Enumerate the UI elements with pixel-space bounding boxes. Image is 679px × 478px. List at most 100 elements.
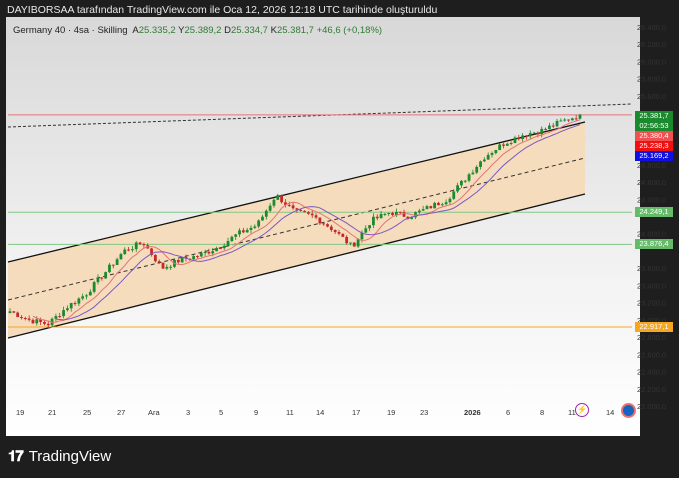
price-tick: 22.800,0 (637, 333, 666, 342)
price-tick: 24.400,0 (637, 195, 666, 204)
candle-body (379, 213, 383, 219)
candle-body (333, 230, 337, 233)
candle-body (398, 211, 402, 213)
candle-body (551, 125, 555, 127)
price-tick: 24.000,0 (637, 230, 666, 239)
candle-body (525, 135, 528, 137)
candle-body (494, 150, 498, 154)
time-tick: Ara (148, 408, 160, 417)
candle-body (498, 144, 502, 151)
candle-body (345, 236, 349, 244)
candle-body (421, 209, 425, 211)
price-tick: 26.400,0 (637, 23, 666, 32)
lightning-icon[interactable]: ⚡ (575, 403, 589, 417)
price-tag: 25.238,3 (635, 141, 673, 151)
trend-dashed (7, 103, 633, 128)
candle-body (92, 282, 96, 292)
price-tick: 25.800,0 (637, 75, 666, 84)
price-tag: 24.249,1 (635, 207, 673, 218)
candle-body (176, 259, 180, 263)
candle-body (387, 212, 391, 214)
tv-logo-icon: 𝟏𝟕 (8, 448, 24, 465)
candle-body (505, 143, 509, 146)
candle-body (211, 251, 215, 254)
candle-body (578, 114, 582, 119)
candle-body (249, 227, 253, 230)
candle-body (452, 191, 456, 199)
candle-body (306, 212, 310, 214)
economic-event-icon[interactable] (621, 403, 636, 418)
candle-body (517, 137, 521, 140)
candle-body (230, 236, 234, 242)
candle-body (69, 303, 73, 309)
time-tick: 5 (219, 408, 224, 417)
candle-body (440, 204, 444, 206)
candle-body (391, 212, 394, 216)
candle-body (85, 295, 88, 297)
candle-body (341, 233, 345, 237)
candle-body (222, 245, 226, 249)
candle-body (245, 229, 249, 233)
candle-body (463, 180, 467, 182)
candle-body (555, 120, 559, 127)
candle-body (35, 319, 39, 324)
candle-body (570, 118, 574, 121)
candle-body (104, 272, 108, 279)
candle-body (372, 216, 375, 226)
candle-body (559, 120, 563, 122)
candle-body (475, 166, 479, 173)
candle-body (43, 321, 46, 324)
candle-body (509, 143, 513, 145)
candle-body (574, 118, 578, 120)
candle-body (169, 266, 173, 268)
time-tick: 9 (254, 408, 259, 417)
candle-body (383, 213, 387, 215)
time-tick: 14 (316, 408, 325, 417)
candle-body (547, 125, 551, 130)
time-tick: 19 (387, 408, 396, 417)
channel-fill (8, 122, 585, 338)
candle-body (131, 249, 134, 251)
candle-body (318, 217, 322, 224)
candle-body (134, 242, 138, 250)
time-tick: 25 (83, 408, 92, 417)
candle-body (268, 205, 272, 211)
candle-body (157, 261, 161, 263)
candle-body (429, 206, 433, 209)
candle-body (257, 220, 261, 227)
price-tag: 23.876,4 (635, 239, 673, 250)
price-tick: 26.200,0 (637, 40, 666, 49)
candle-body (544, 128, 547, 130)
candle-body (8, 311, 12, 314)
candle-body (23, 317, 27, 319)
candle-body (486, 154, 490, 160)
price-tick: 24.600,0 (637, 178, 666, 187)
candle-body (280, 195, 284, 203)
time-tick: 19 (16, 408, 25, 417)
candle-body (62, 310, 65, 317)
candle-body (433, 202, 437, 209)
candle-body (513, 137, 517, 144)
candle-body (241, 230, 245, 233)
candle-body (540, 128, 544, 135)
candle-body (12, 311, 16, 313)
candle-body (111, 264, 115, 266)
candle-body (437, 202, 440, 206)
candle-body (567, 119, 570, 121)
candle-body (402, 212, 406, 217)
candle-body (287, 204, 291, 206)
candle-body (219, 248, 222, 250)
candle-body (142, 243, 146, 246)
candle-body (215, 248, 218, 252)
candle-body (364, 228, 368, 233)
candle-body (444, 202, 448, 205)
candle-body (81, 296, 85, 299)
candle-body (536, 132, 540, 135)
candle-body (490, 153, 494, 155)
tradingview-logo[interactable]: 𝟏𝟕 TradingView (8, 448, 111, 465)
candle-body (375, 216, 379, 219)
price-tag: 25.381,7 02:56:53 (635, 111, 673, 131)
candle-body (417, 210, 421, 213)
candle-body (482, 159, 486, 162)
time-tick: 6 (506, 408, 511, 417)
